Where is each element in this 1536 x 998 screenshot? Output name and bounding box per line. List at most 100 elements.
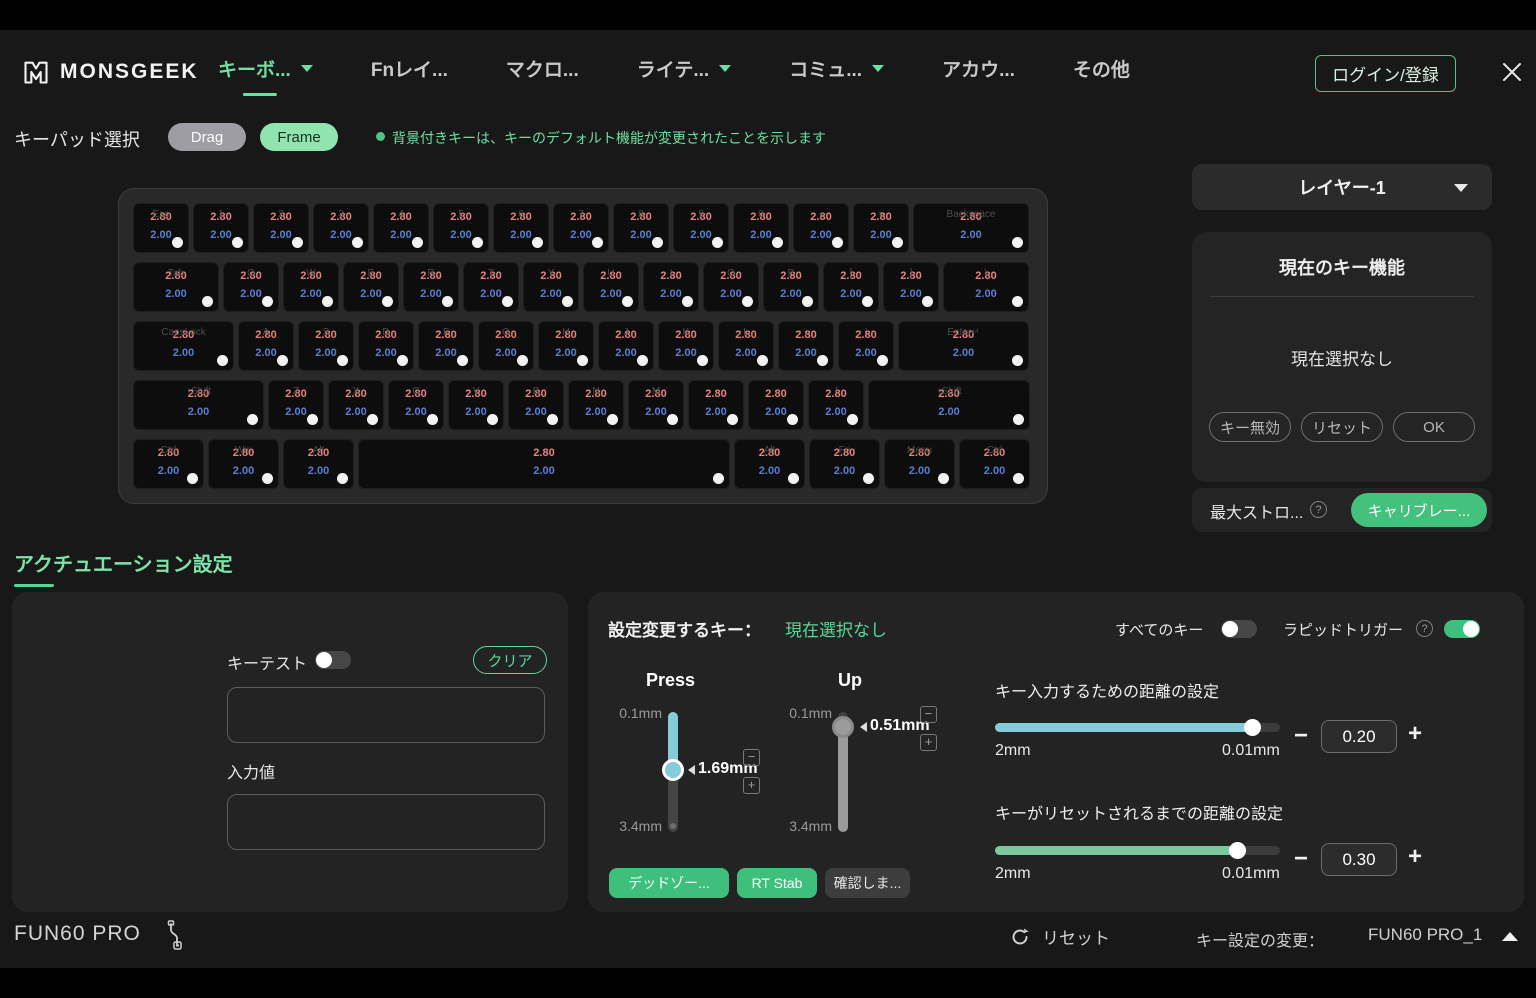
press-distance-value[interactable]: 0.20 — [1321, 720, 1397, 753]
key-2[interactable]: 22.802.00 — [253, 203, 309, 253]
key-disable-button[interactable]: キー無効 — [1209, 412, 1291, 442]
dead-zone-button[interactable]: デッドゾー... — [609, 868, 729, 898]
close-icon[interactable] — [1500, 60, 1524, 84]
key-sym[interactable]: .2.802.00 — [748, 380, 804, 430]
up-plus-button[interactable]: + — [920, 734, 937, 751]
rapid-trigger-toggle[interactable] — [1444, 620, 1480, 638]
input-value-field[interactable] — [227, 794, 545, 850]
press-distance-knob[interactable] — [1244, 719, 1261, 736]
clear-button[interactable]: クリア — [473, 646, 547, 674]
key-o[interactable]: O2.802.00 — [703, 262, 759, 312]
key-n[interactable]: N2.802.00 — [568, 380, 624, 430]
nav-tab-1[interactable]: Fnレイ... — [371, 55, 448, 96]
nav-tab-5[interactable]: アカウ... — [942, 55, 1015, 96]
key-1[interactable]: 12.802.00 — [193, 203, 249, 253]
key-w[interactable]: W2.802.00 — [283, 262, 339, 312]
press-plus-button[interactable]: + — [743, 777, 760, 794]
key-sym[interactable]: \2.802.00 — [943, 262, 1029, 312]
key-0[interactable]: 02.802.00 — [733, 203, 789, 253]
key-sym[interactable]: [2.802.00 — [823, 262, 879, 312]
key-p[interactable]: P2.802.00 — [763, 262, 819, 312]
reset-keymap-button[interactable]: リセット — [1010, 924, 1110, 949]
ok-button[interactable]: OK — [1393, 412, 1475, 442]
key-a[interactable]: A2.802.00 — [238, 321, 294, 371]
profile-selector[interactable]: FUN60 PRO_1 — [1368, 925, 1482, 945]
key-s[interactable]: S2.802.00 — [298, 321, 354, 371]
key-z[interactable]: Z2.802.00 — [268, 380, 324, 430]
rt-stab-button[interactable]: RT Stab — [737, 868, 817, 898]
key-5[interactable]: 52.802.00 — [433, 203, 489, 253]
key-test-toggle[interactable] — [315, 651, 351, 669]
press-minus-button[interactable]: − — [743, 749, 760, 766]
key-menu[interactable]: Menu2.802.00 — [884, 439, 955, 489]
help-icon[interactable]: ? — [1310, 501, 1327, 518]
key-tab[interactable]: Tab2.802.00 — [133, 262, 219, 312]
chevron-up-icon[interactable] — [1502, 932, 1518, 941]
key-3[interactable]: 32.802.00 — [313, 203, 369, 253]
key-7[interactable]: 72.802.00 — [553, 203, 609, 253]
key-backspace[interactable]: Backspace2.802.00 — [913, 203, 1029, 253]
reset-distance-track[interactable] — [995, 846, 1280, 855]
nav-tab-6[interactable]: その他 — [1073, 55, 1130, 96]
key-x[interactable]: X2.802.00 — [328, 380, 384, 430]
key-v[interactable]: V2.802.00 — [448, 380, 504, 430]
confirm-button[interactable]: 確認しま... — [825, 868, 910, 898]
key-t[interactable]: T2.802.00 — [463, 262, 519, 312]
nav-tab-2[interactable]: マクロ... — [506, 55, 579, 96]
key-h[interactable]: H2.802.00 — [538, 321, 594, 371]
key-shift[interactable]: ↑Shift2.802.00 — [133, 380, 264, 430]
key-b[interactable]: B2.802.00 — [508, 380, 564, 430]
key-q[interactable]: Q2.802.00 — [223, 262, 279, 312]
up-slider-knob[interactable] — [832, 716, 854, 738]
key-esc[interactable]: Esc2.802.00 — [133, 203, 189, 253]
key-m[interactable]: M2.802.00 — [628, 380, 684, 430]
calibrate-button[interactable]: キャリブレー... — [1351, 493, 1487, 527]
key-y[interactable]: Y2.802.00 — [523, 262, 579, 312]
key-alt[interactable]: Alt2.802.00 — [734, 439, 805, 489]
key-sym[interactable]: ,2.802.00 — [688, 380, 744, 430]
frame-mode-button[interactable]: Frame — [260, 123, 338, 151]
key-sym[interactable]: /2.802.00 — [808, 380, 864, 430]
key-enter[interactable]: Enter↵2.802.00 — [898, 321, 1029, 371]
nav-tab-0[interactable]: キーボ... — [218, 55, 313, 96]
key-k[interactable]: K2.802.00 — [658, 321, 714, 371]
all-keys-toggle[interactable] — [1221, 620, 1257, 638]
key-sym[interactable]: '2.802.00 — [838, 321, 894, 371]
key-test-input[interactable] — [227, 687, 545, 743]
key-l[interactable]: L2.802.00 — [718, 321, 774, 371]
key-sym[interactable]: ]2.802.00 — [883, 262, 939, 312]
key-reset-button[interactable]: リセット — [1301, 412, 1383, 442]
key-shift[interactable]: ↑Shift2.802.00 — [868, 380, 1030, 430]
key-ctrl[interactable]: Ctrl2.802.00 — [959, 439, 1030, 489]
key-ctrl[interactable]: Ctrl2.802.00 — [133, 439, 204, 489]
reset-distance-knob[interactable] — [1229, 842, 1246, 859]
layer-select[interactable]: レイヤー-1 — [1192, 164, 1492, 210]
reset-distance-value[interactable]: 0.30 — [1321, 843, 1397, 876]
key-6[interactable]: 62.802.00 — [493, 203, 549, 253]
key-win[interactable]: Win2.802.00 — [208, 439, 279, 489]
key-c[interactable]: C2.802.00 — [388, 380, 444, 430]
key-f[interactable]: F2.802.00 — [418, 321, 474, 371]
login-register-button[interactable]: ログイン/登録 — [1315, 55, 1456, 92]
key-sym[interactable]: ;2.802.00 — [778, 321, 834, 371]
key-sym[interactable]: -2.802.00 — [793, 203, 849, 253]
key-u[interactable]: U2.802.00 — [583, 262, 639, 312]
key-d[interactable]: D2.802.00 — [358, 321, 414, 371]
key-sym[interactable]: =2.802.00 — [853, 203, 909, 253]
key-fn[interactable]: Fn2.802.00 — [809, 439, 880, 489]
press-slider-knob[interactable] — [662, 759, 684, 781]
key-e[interactable]: E2.802.00 — [343, 262, 399, 312]
key-alt[interactable]: Alt2.802.00 — [283, 439, 354, 489]
key-space[interactable]: 2.802.00 — [358, 439, 730, 489]
key-8[interactable]: 82.802.00 — [613, 203, 669, 253]
press-distance-increase-button[interactable]: + — [1408, 724, 1422, 744]
reset-distance-decrease-button[interactable]: − — [1294, 849, 1308, 869]
key-9[interactable]: 92.802.00 — [673, 203, 729, 253]
key-i[interactable]: I2.802.00 — [643, 262, 699, 312]
press-distance-track[interactable] — [995, 723, 1280, 732]
nav-tab-3[interactable]: ライテ... — [637, 55, 731, 96]
up-minus-button[interactable]: − — [920, 706, 937, 723]
press-distance-decrease-button[interactable]: − — [1294, 726, 1308, 746]
nav-tab-4[interactable]: コミュ... — [789, 55, 884, 96]
key-capslock[interactable]: CapsLock2.802.00 — [133, 321, 234, 371]
